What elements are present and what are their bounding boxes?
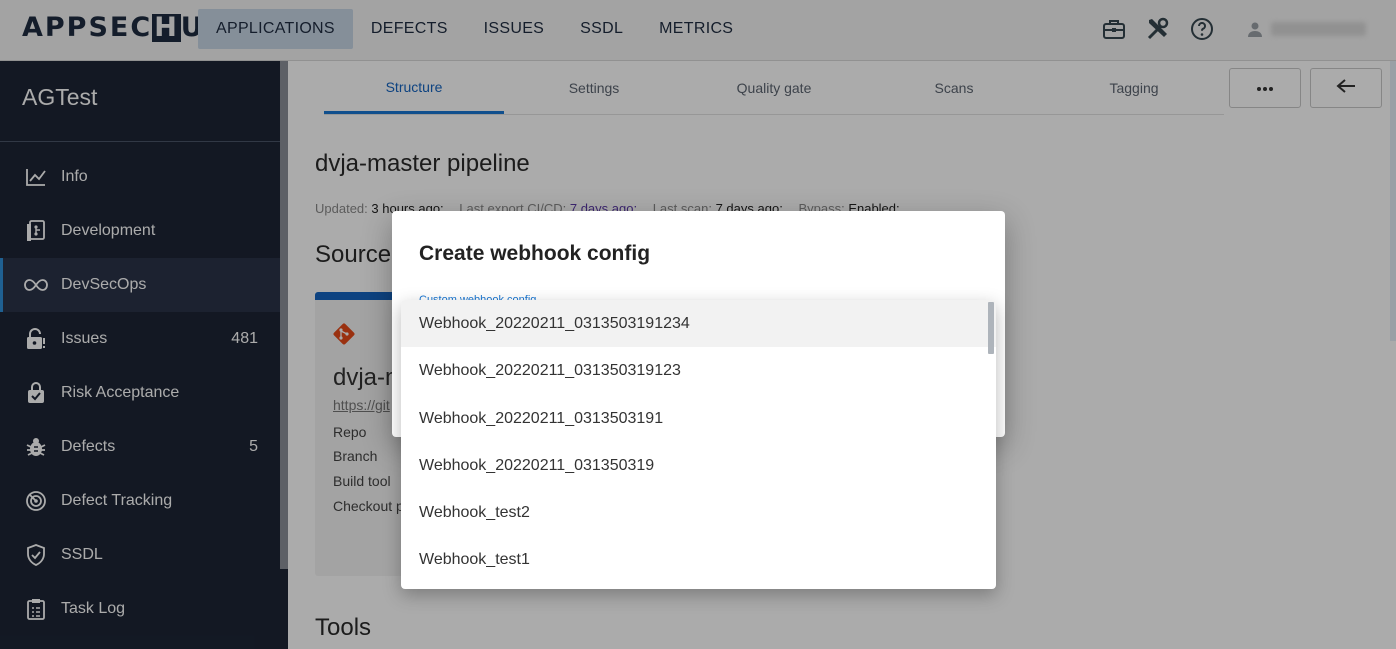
dropdown-option[interactable]: Webhook_20220211_031350319123 bbox=[401, 347, 996, 394]
dropdown-option[interactable]: Webhook_20220211_0313503191234 bbox=[401, 300, 996, 348]
dropdown-option[interactable]: Webhook_20220211_031350319 bbox=[401, 442, 996, 489]
dropdown-option[interactable]: Webhook_20220211_0313503191 bbox=[401, 395, 996, 442]
dropdown-scrollbar[interactable] bbox=[988, 302, 994, 354]
dropdown-option[interactable]: Webhook_test1 bbox=[401, 536, 996, 583]
dialog-title: Create webhook config bbox=[419, 242, 651, 265]
page-scrollbar[interactable] bbox=[1390, 61, 1396, 341]
webhook-config-dropdown: Webhook_20220211_0313503191234 Webhook_2… bbox=[401, 300, 996, 589]
dropdown-option[interactable]: Webhook_test2 bbox=[401, 489, 996, 536]
